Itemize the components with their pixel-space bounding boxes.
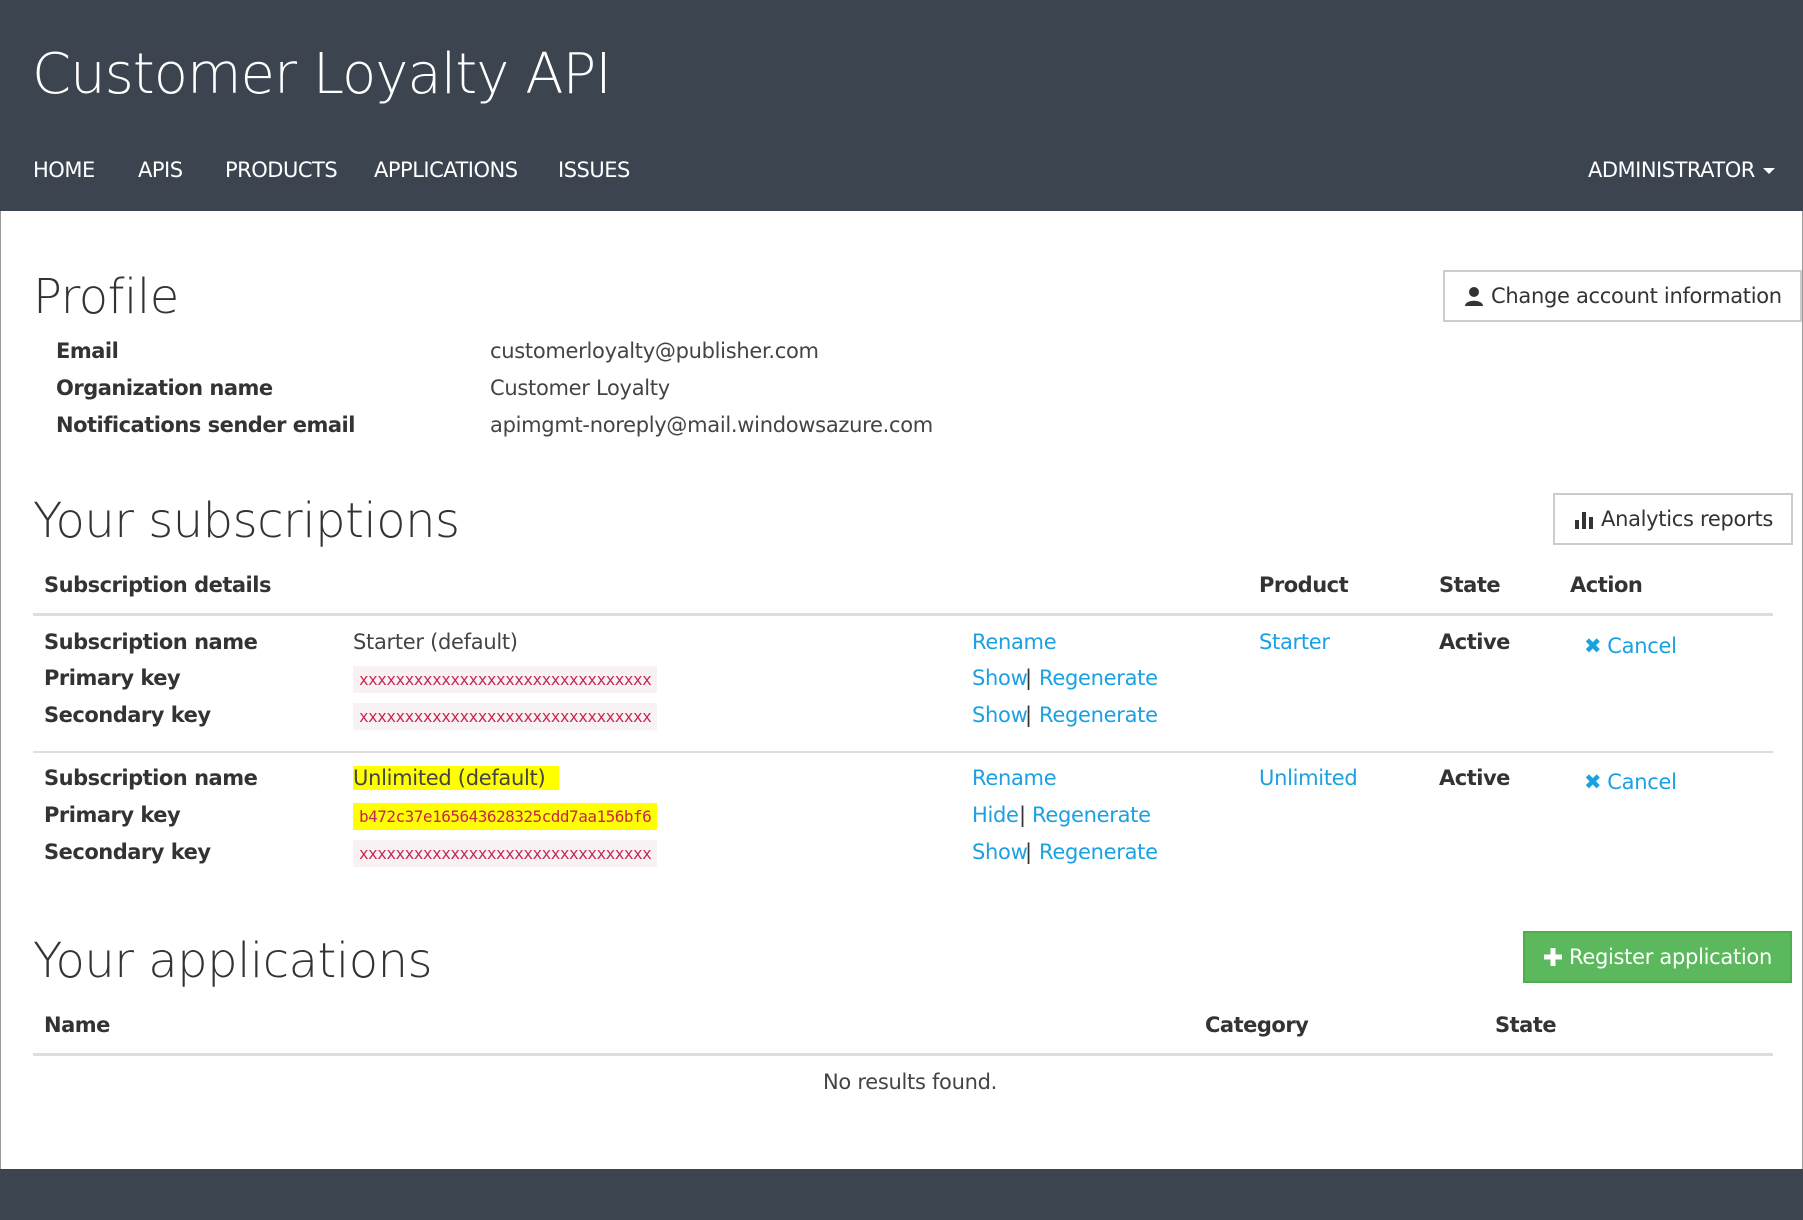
sender-email-label: Notifications sender email — [56, 413, 355, 437]
link-separator: | — [1019, 803, 1026, 827]
rename-link[interactable]: Rename — [972, 630, 1057, 654]
col-category: Category — [1205, 1013, 1309, 1037]
secondary-key-value: xxxxxxxxxxxxxxxxxxxxxxxxxxxxxxxx — [353, 703, 658, 730]
show-primary-link[interactable]: Show — [972, 666, 1028, 690]
col-subscription-details: Subscription details — [44, 573, 271, 597]
nav-apis[interactable]: APIS — [138, 158, 183, 182]
register-application-label: Register application — [1569, 945, 1772, 969]
main-nav: HOME APIS PRODUCTS APPLICATIONS ISSUES A… — [0, 158, 1803, 192]
close-icon: ✖ — [1584, 634, 1602, 658]
subscription-name-value: Starter (default) — [353, 630, 518, 654]
main-content: Profile Change account information Email… — [0, 211, 1803, 1169]
cancel-link[interactable]: ✖ Cancel — [1584, 634, 1677, 658]
product-link-unlimited[interactable]: Unlimited — [1259, 766, 1358, 790]
col-product: Product — [1259, 573, 1349, 597]
analytics-reports-button[interactable]: Analytics reports — [1553, 493, 1794, 545]
subscription-name-label: Subscription name — [44, 766, 258, 790]
nav-home[interactable]: HOME — [33, 158, 95, 182]
applications-heading: Your applications — [33, 933, 433, 989]
row-divider — [33, 751, 1773, 753]
org-name-label: Organization name — [56, 376, 273, 400]
regenerate-secondary-link[interactable]: Regenerate — [1039, 840, 1158, 864]
regenerate-primary-link[interactable]: Regenerate — [1039, 666, 1158, 690]
email-value: customerloyalty@publisher.com — [490, 339, 819, 363]
cancel-link[interactable]: ✖ Cancel — [1584, 770, 1677, 794]
user-icon — [1465, 287, 1483, 306]
profile-heading: Profile — [33, 269, 179, 325]
table-header-divider — [33, 613, 1773, 616]
link-separator: | — [1025, 840, 1032, 864]
col-action: Action — [1570, 573, 1643, 597]
site-title[interactable]: Customer Loyalty API — [32, 42, 612, 107]
empty-state-text: No results found. — [823, 1070, 998, 1094]
sender-email-value: apimgmt-noreply@mail.windowsazure.com — [490, 413, 933, 437]
subscription-name-label: Subscription name — [44, 630, 258, 654]
subscription-name-value: Unlimited (default) — [353, 766, 560, 790]
cancel-label: Cancel — [1607, 770, 1677, 794]
caret-down-icon — [1762, 168, 1775, 174]
link-separator: | — [1025, 703, 1032, 727]
close-icon: ✖ — [1584, 770, 1602, 794]
footer-bar — [0, 1169, 1803, 1220]
secondary-key-value: xxxxxxxxxxxxxxxxxxxxxxxxxxxxxxxx — [353, 840, 658, 867]
bar-chart-icon — [1575, 512, 1593, 529]
regenerate-primary-link[interactable]: Regenerate — [1032, 803, 1151, 827]
primary-key-label: Primary key — [44, 666, 181, 690]
email-label: Email — [56, 339, 119, 363]
state-value: Active — [1439, 766, 1510, 790]
plus-icon — [1544, 948, 1562, 966]
subscriptions-heading: Your subscriptions — [33, 493, 460, 549]
regenerate-secondary-link[interactable]: Regenerate — [1039, 703, 1158, 727]
primary-key-value: b472c37e165643628325cdd7aa156bf6 — [353, 803, 658, 830]
top-header: Customer Loyalty API HOME APIS PRODUCTS … — [0, 0, 1803, 211]
hide-primary-link[interactable]: Hide — [972, 803, 1019, 827]
org-name-value: Customer Loyalty — [490, 376, 670, 400]
change-account-button[interactable]: Change account information — [1443, 270, 1802, 322]
change-account-label: Change account information — [1491, 284, 1782, 308]
primary-key-value: xxxxxxxxxxxxxxxxxxxxxxxxxxxxxxxx — [353, 666, 658, 693]
link-separator: | — [1025, 666, 1032, 690]
col-state: State — [1439, 573, 1501, 597]
primary-key-label: Primary key — [44, 803, 181, 827]
nav-products[interactable]: PRODUCTS — [225, 158, 338, 182]
show-secondary-link[interactable]: Show — [972, 840, 1028, 864]
nav-applications[interactable]: APPLICATIONS — [374, 158, 518, 182]
show-secondary-link[interactable]: Show — [972, 703, 1028, 727]
col-app-state: State — [1495, 1013, 1557, 1037]
cancel-label: Cancel — [1607, 634, 1677, 658]
register-application-button[interactable]: Register application — [1523, 931, 1792, 983]
nav-issues[interactable]: ISSUES — [558, 158, 630, 182]
secondary-key-label: Secondary key — [44, 703, 211, 727]
rename-link[interactable]: Rename — [972, 766, 1057, 790]
secondary-key-label: Secondary key — [44, 840, 211, 864]
admin-menu[interactable]: ADMINISTRATOR — [1588, 158, 1775, 182]
analytics-reports-label: Analytics reports — [1601, 507, 1774, 531]
col-name: Name — [44, 1013, 110, 1037]
product-link-starter[interactable]: Starter — [1259, 630, 1330, 654]
state-value: Active — [1439, 630, 1510, 654]
admin-menu-label: ADMINISTRATOR — [1588, 158, 1755, 182]
apps-header-divider — [33, 1053, 1773, 1056]
